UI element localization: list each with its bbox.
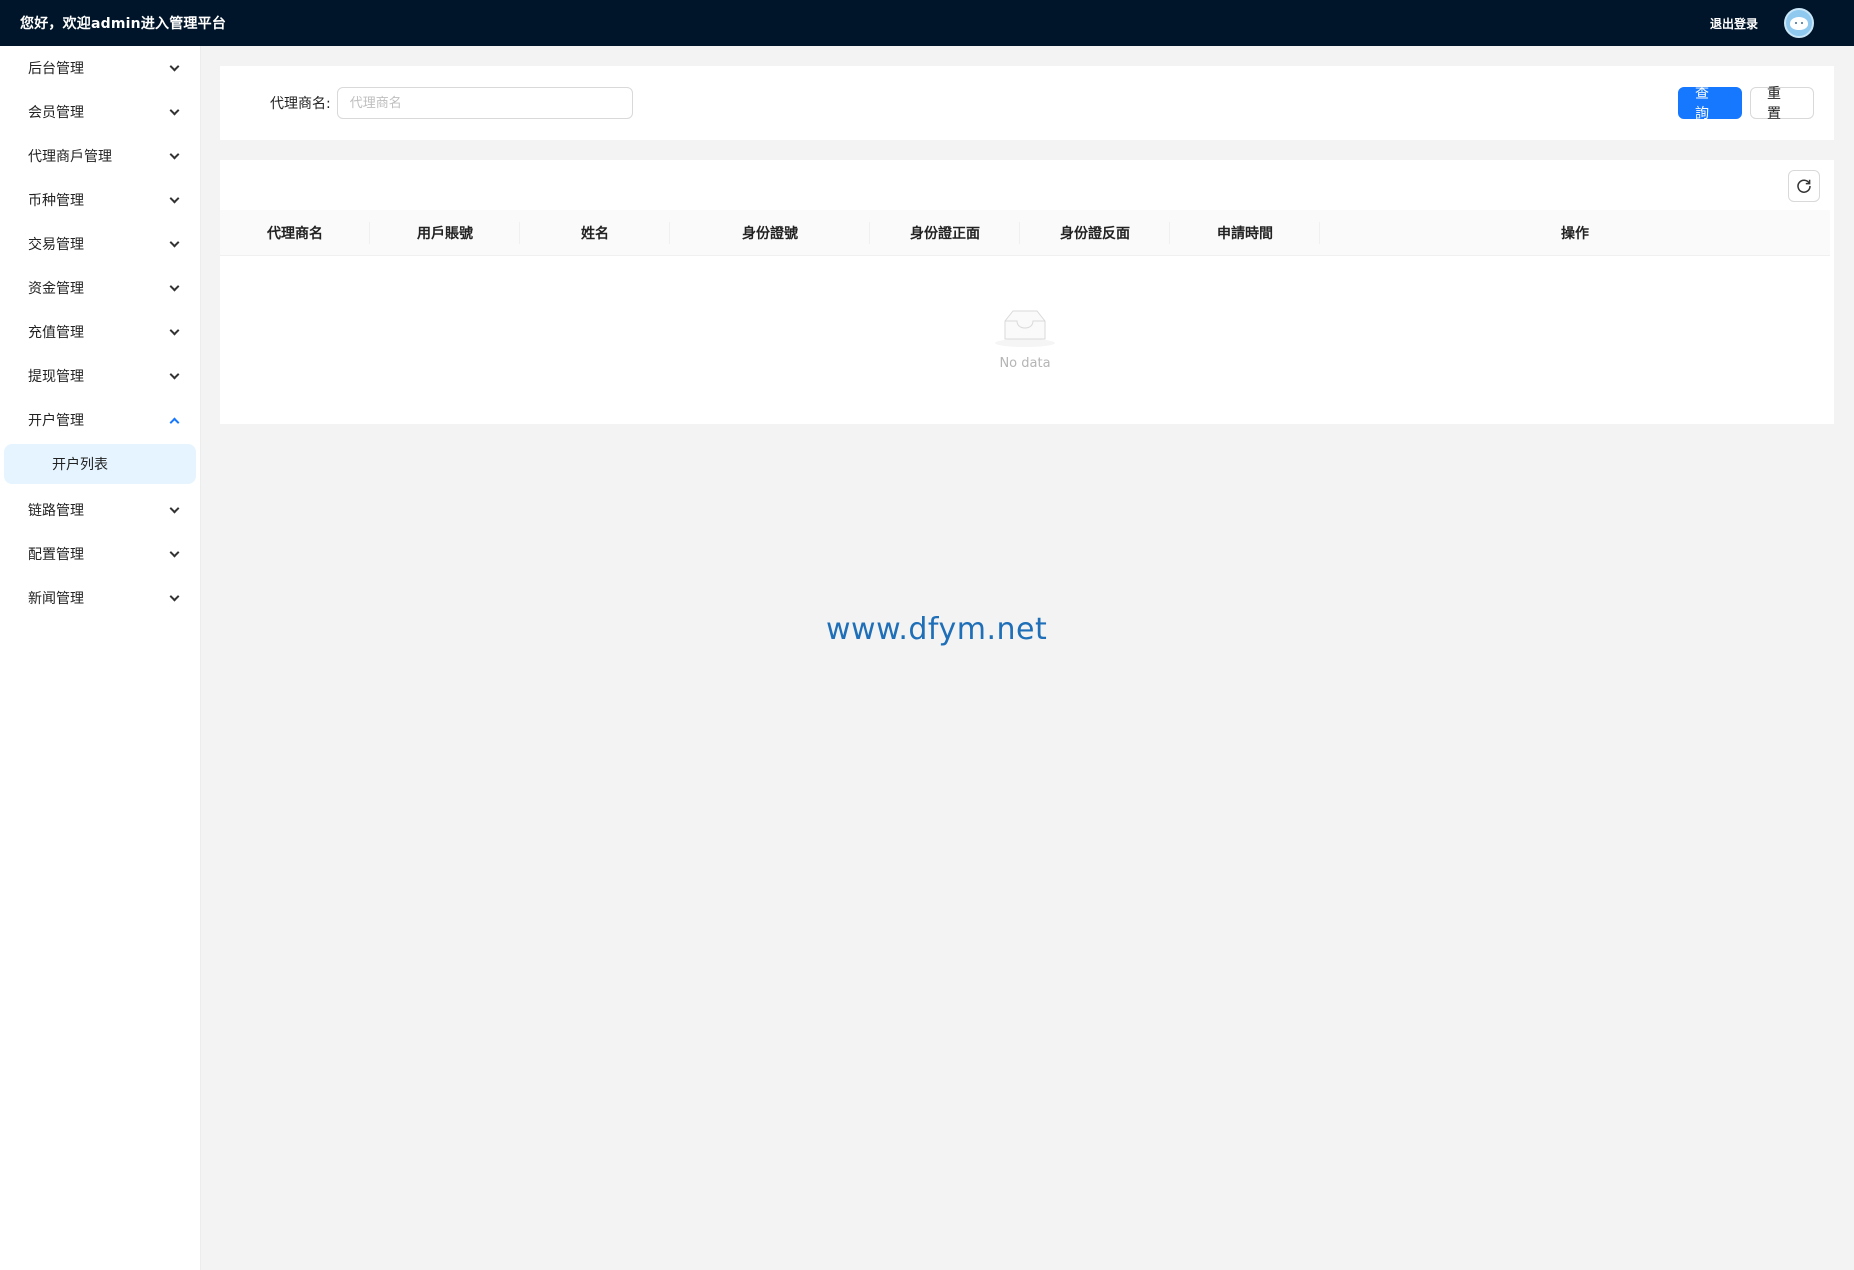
sidebar-item-links[interactable]: 链路管理 <box>0 488 200 532</box>
sidebar-item-currency[interactable]: 币种管理 <box>0 178 200 222</box>
sidebar-item-config[interactable]: 配置管理 <box>0 532 200 576</box>
chevron-down-icon <box>169 281 180 291</box>
empty-inbox-icon <box>995 310 1055 347</box>
sidebar: 后台管理 会员管理 代理商戶管理 币种管理 交易管理 资金管理 充值管理 提现管… <box>0 46 201 1270</box>
query-button[interactable]: 查詢 <box>1678 86 1742 122</box>
chevron-down-icon <box>169 503 180 513</box>
sidebar-subitem-label: 开户列表 <box>52 457 108 473</box>
welcome-text: 您好，欢迎admin进入管理平台 <box>20 16 227 32</box>
chevron-down-icon <box>169 325 180 335</box>
sidebar-item-label: 币种管理 <box>28 193 84 209</box>
reset-button[interactable]: 重置 <box>1750 86 1814 122</box>
search-actions: 查詢 重置 <box>1678 86 1814 122</box>
sidebar-item-label: 新闻管理 <box>28 591 84 607</box>
sidebar-item-label: 提现管理 <box>28 369 84 385</box>
sidebar-item-withdraw[interactable]: 提现管理 <box>0 354 200 398</box>
sidebar-item-agents[interactable]: 代理商戶管理 <box>0 134 200 178</box>
sidebar-item-label: 充值管理 <box>28 325 84 341</box>
chevron-down-icon <box>169 591 180 601</box>
agent-name-input[interactable] <box>336 87 633 119</box>
sidebar-item-trading[interactable]: 交易管理 <box>0 222 200 266</box>
column-header-apply-time[interactable]: 申請時間 <box>1170 210 1320 255</box>
column-header-id-back[interactable]: 身份證反面 <box>1020 210 1170 255</box>
table-toolbar <box>220 160 1834 210</box>
table-panel: 代理商名 用戶賬號 姓名 身份證號 身份證正面 身份證反面 申請時間 操作 No… <box>220 160 1834 424</box>
column-header-agent-name[interactable]: 代理商名 <box>220 210 370 255</box>
watermark-text: www.dfym.net <box>826 612 1048 647</box>
sidebar-item-label: 资金管理 <box>28 281 84 297</box>
chevron-down-icon <box>169 237 180 247</box>
sidebar-item-label: 会员管理 <box>28 105 84 121</box>
header-right: 退出登录 <box>1710 8 1834 38</box>
sidebar-item-account-opening[interactable]: 开户管理 <box>0 398 200 442</box>
agent-name-label: 代理商名: <box>270 96 331 112</box>
table-header: 代理商名 用戶賬號 姓名 身份證號 身份證正面 身份證反面 申請時間 操作 <box>220 210 1830 256</box>
column-header-user-account[interactable]: 用戶賬號 <box>370 210 520 255</box>
table-empty-state: No data <box>220 256 1830 422</box>
sidebar-item-label: 代理商戶管理 <box>28 149 112 165</box>
sidebar-item-recharge[interactable]: 充值管理 <box>0 310 200 354</box>
avatar-face-icon <box>1790 16 1808 30</box>
sidebar-item-members[interactable]: 会员管理 <box>0 90 200 134</box>
column-header-id-number[interactable]: 身份證號 <box>670 210 870 255</box>
sidebar-item-label: 开户管理 <box>28 413 84 429</box>
search-panel: 代理商名: 查詢 重置 <box>220 66 1834 140</box>
refresh-button[interactable] <box>1788 170 1820 202</box>
sidebar-item-backend[interactable]: 后台管理 <box>0 46 200 90</box>
chevron-down-icon <box>169 369 180 379</box>
column-header-actions[interactable]: 操作 <box>1320 210 1830 255</box>
logout-link[interactable]: 退出登录 <box>1710 15 1758 32</box>
chevron-down-icon <box>169 193 180 203</box>
chevron-down-icon <box>169 547 180 557</box>
sidebar-item-news[interactable]: 新闻管理 <box>0 576 200 620</box>
sidebar-item-funds[interactable]: 资金管理 <box>0 266 200 310</box>
refresh-icon <box>1797 179 1811 193</box>
sidebar-item-label: 后台管理 <box>28 61 84 77</box>
empty-text: No data <box>999 356 1051 371</box>
avatar[interactable] <box>1784 8 1814 38</box>
chevron-down-icon <box>169 149 180 159</box>
column-header-id-front[interactable]: 身份證正面 <box>870 210 1020 255</box>
sidebar-subitem-account-list[interactable]: 开户列表 <box>4 444 196 484</box>
chevron-up-icon <box>169 417 180 427</box>
top-header: 您好，欢迎admin进入管理平台 退出登录 <box>0 0 1854 46</box>
sidebar-item-label: 链路管理 <box>28 503 84 519</box>
column-header-name[interactable]: 姓名 <box>520 210 670 255</box>
sidebar-item-label: 交易管理 <box>28 237 84 253</box>
chevron-down-icon <box>169 61 180 71</box>
sidebar-item-label: 配置管理 <box>28 547 84 563</box>
chevron-down-icon <box>169 105 180 115</box>
